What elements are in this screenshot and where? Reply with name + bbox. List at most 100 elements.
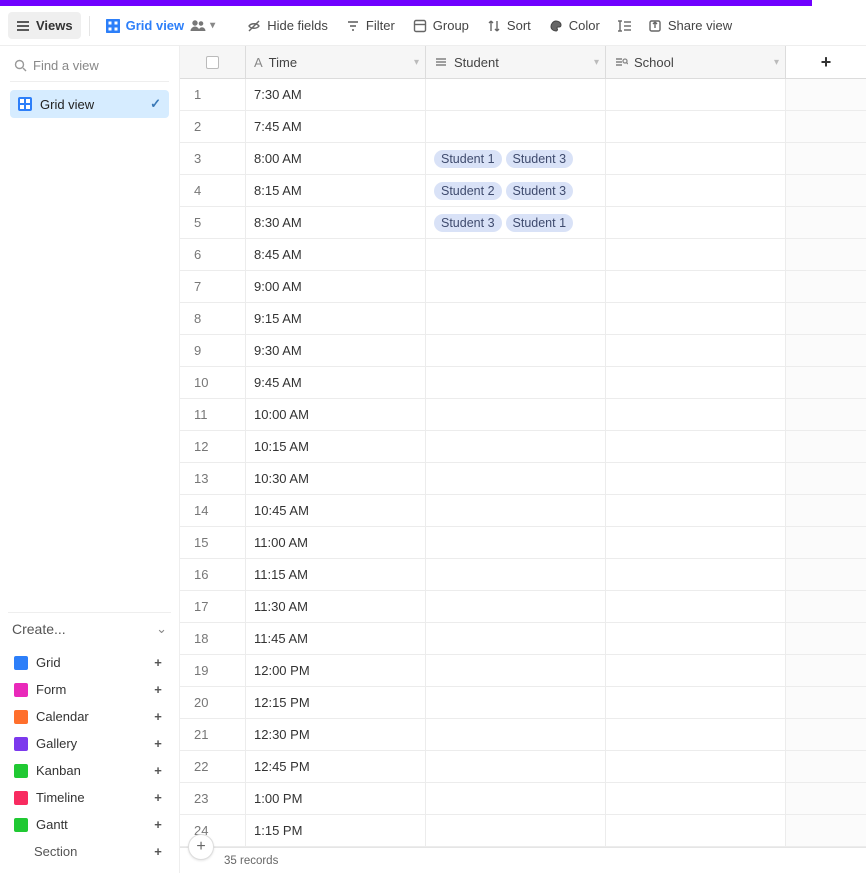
cell-time[interactable]: 10:00 AM [246, 399, 426, 430]
color-button[interactable]: Color [541, 12, 608, 39]
create-timeline-view[interactable]: Timeline + [10, 784, 169, 811]
table-row[interactable]: 89:15 AM [180, 303, 866, 335]
table-row[interactable]: 1110:00 AM [180, 399, 866, 431]
cell-time[interactable]: 8:00 AM [246, 143, 426, 174]
cell-time[interactable]: 12:00 PM [246, 655, 426, 686]
cell-school[interactable] [606, 751, 786, 782]
cell-school[interactable] [606, 175, 786, 206]
cell-school[interactable] [606, 271, 786, 302]
student-tag[interactable]: Student 1 [434, 150, 502, 168]
cell-school[interactable] [606, 207, 786, 238]
sort-button[interactable]: Sort [479, 12, 539, 39]
student-tag[interactable]: Student 3 [434, 214, 502, 232]
cell-time[interactable]: 10:45 AM [246, 495, 426, 526]
cell-time[interactable]: 7:30 AM [246, 79, 426, 110]
cell-time[interactable]: 8:15 AM [246, 175, 426, 206]
cell-school[interactable] [606, 559, 786, 590]
cell-student[interactable] [426, 463, 606, 494]
table-row[interactable]: 2012:15 PM [180, 687, 866, 719]
cell-time[interactable]: 1:15 PM [246, 815, 426, 846]
views-toggle[interactable]: Views [8, 12, 81, 39]
table-row[interactable]: 27:45 AM [180, 111, 866, 143]
cell-student[interactable]: Student 1Student 3 [426, 143, 606, 174]
cell-school[interactable] [606, 815, 786, 846]
cell-time[interactable]: 12:30 PM [246, 719, 426, 750]
cell-student[interactable] [426, 271, 606, 302]
cell-student[interactable]: Student 3Student 1 [426, 207, 606, 238]
cell-school[interactable] [606, 687, 786, 718]
share-view-button[interactable]: Share view [640, 12, 740, 39]
cell-time[interactable]: 8:45 AM [246, 239, 426, 270]
filter-button[interactable]: Filter [338, 12, 403, 39]
cell-student[interactable] [426, 815, 606, 846]
add-row-button[interactable]: + [188, 834, 214, 860]
cell-student[interactable] [426, 111, 606, 142]
table-row[interactable]: 231:00 PM [180, 783, 866, 815]
hide-fields-button[interactable]: Hide fields [239, 12, 336, 39]
cell-student[interactable] [426, 623, 606, 654]
cell-school[interactable] [606, 623, 786, 654]
table-row[interactable]: 1611:15 AM [180, 559, 866, 591]
cell-school[interactable] [606, 463, 786, 494]
create-gantt-view[interactable]: Gantt + [10, 811, 169, 838]
cell-student[interactable] [426, 719, 606, 750]
table-row[interactable]: 58:30 AMStudent 3Student 1 [180, 207, 866, 239]
cell-school[interactable] [606, 399, 786, 430]
cell-student[interactable] [426, 559, 606, 590]
cell-time[interactable]: 11:45 AM [246, 623, 426, 654]
cell-school[interactable] [606, 111, 786, 142]
cell-student[interactable] [426, 655, 606, 686]
column-header-student[interactable]: Student ▾ [426, 46, 606, 78]
cell-time[interactable]: 9:00 AM [246, 271, 426, 302]
cell-time[interactable]: 10:30 AM [246, 463, 426, 494]
chevron-down-icon[interactable]: ▾ [414, 57, 419, 68]
student-tag[interactable]: Student 3 [506, 150, 574, 168]
checkbox-icon[interactable] [206, 56, 219, 69]
chevron-down-icon[interactable]: ▾ [774, 57, 779, 68]
cell-school[interactable] [606, 527, 786, 558]
cell-student[interactable] [426, 367, 606, 398]
cell-school[interactable] [606, 495, 786, 526]
cell-student[interactable]: Student 2Student 3 [426, 175, 606, 206]
cell-student[interactable] [426, 527, 606, 558]
cell-student[interactable] [426, 751, 606, 782]
table-row[interactable]: 1410:45 AM [180, 495, 866, 527]
add-column-button[interactable]: + [786, 46, 866, 78]
table-row[interactable]: 1310:30 AM [180, 463, 866, 495]
cell-time[interactable]: 12:15 PM [246, 687, 426, 718]
cell-school[interactable] [606, 239, 786, 270]
chevron-down-icon[interactable]: ▾ [594, 57, 599, 68]
create-section[interactable]: Section + [10, 838, 169, 865]
cell-time[interactable]: 7:45 AM [246, 111, 426, 142]
cell-time[interactable]: 12:45 PM [246, 751, 426, 782]
cell-time[interactable]: 9:30 AM [246, 335, 426, 366]
student-tag[interactable]: Student 1 [506, 214, 574, 232]
table-row[interactable]: 48:15 AMStudent 2Student 3 [180, 175, 866, 207]
cell-student[interactable] [426, 79, 606, 110]
cell-time[interactable]: 10:15 AM [246, 431, 426, 462]
select-all-header[interactable] [180, 46, 246, 78]
cell-student[interactable] [426, 783, 606, 814]
cell-student[interactable] [426, 495, 606, 526]
table-row[interactable]: 1210:15 AM [180, 431, 866, 463]
cell-student[interactable] [426, 687, 606, 718]
sidebar-view-grid[interactable]: Grid view ✓ [10, 90, 169, 118]
cell-school[interactable] [606, 655, 786, 686]
table-row[interactable]: 68:45 AM [180, 239, 866, 271]
create-kanban-view[interactable]: Kanban + [10, 757, 169, 784]
cell-time[interactable]: 1:00 PM [246, 783, 426, 814]
create-calendar-view[interactable]: Calendar + [10, 703, 169, 730]
cell-student[interactable] [426, 399, 606, 430]
table-row[interactable]: 38:00 AMStudent 1Student 3 [180, 143, 866, 175]
cell-time[interactable]: 11:30 AM [246, 591, 426, 622]
cell-time[interactable]: 8:30 AM [246, 207, 426, 238]
cell-school[interactable] [606, 335, 786, 366]
table-row[interactable]: 2212:45 PM [180, 751, 866, 783]
current-view-button[interactable]: Grid view ▾ [98, 12, 224, 39]
cell-student[interactable] [426, 239, 606, 270]
create-form-view[interactable]: Form + [10, 676, 169, 703]
column-header-school[interactable]: School ▾ [606, 46, 786, 78]
cell-school[interactable] [606, 303, 786, 334]
table-row[interactable]: 109:45 AM [180, 367, 866, 399]
rows-container[interactable]: 17:30 AM27:45 AM38:00 AMStudent 1Student… [180, 79, 866, 847]
